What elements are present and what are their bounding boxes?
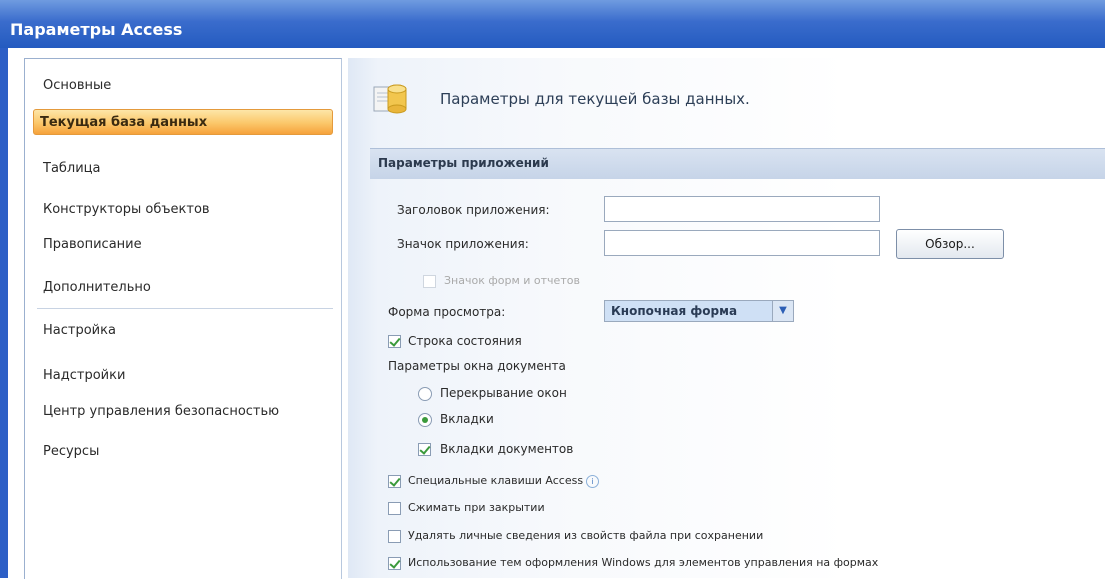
- info-icon[interactable]: i: [586, 474, 600, 488]
- app-title-input[interactable]: [604, 196, 880, 222]
- chevron-down-icon[interactable]: ▼: [772, 301, 793, 321]
- app-icon-input[interactable]: [604, 230, 880, 256]
- sidebar: Основные Текущая база данных Таблица Кон…: [24, 58, 342, 579]
- sidebar-divider: [37, 308, 333, 309]
- sidebar-item-add-ins[interactable]: Надстройки: [37, 363, 327, 389]
- sidebar-item-object-designers[interactable]: Конструкторы объектов: [37, 197, 327, 223]
- overlapping-windows-radio[interactable]: [418, 387, 432, 401]
- remove-personal-info-checkbox[interactable]: [388, 530, 401, 543]
- display-form-select[interactable]: Кнопочная форма ▼: [604, 300, 794, 322]
- window-titlebar[interactable]: Параметры Access: [0, 0, 1105, 48]
- tabbed-documents-radio[interactable]: [418, 413, 432, 427]
- compact-on-close-checkbox[interactable]: [388, 502, 401, 515]
- sidebar-item-trust-center[interactable]: Центр управления безопасностью: [37, 399, 327, 425]
- doc-window-options-label: Параметры окна документа: [388, 359, 566, 373]
- app-icon-label: Значок приложения:: [397, 237, 529, 251]
- display-form-label: Форма просмотра:: [388, 305, 506, 319]
- remove-personal-info-label: Удалять личные сведения из свойств файла…: [408, 529, 764, 542]
- window-title: Параметры Access: [10, 20, 183, 39]
- sidebar-item-proofing[interactable]: Правописание: [37, 232, 327, 258]
- forms-reports-icon-checkbox[interactable]: [423, 275, 436, 288]
- sidebar-item-datasheet[interactable]: Таблица: [37, 156, 327, 182]
- sidebar-item-advanced[interactable]: Дополнительно: [37, 275, 327, 301]
- window-frame-left: [0, 48, 8, 578]
- special-keys-label: Специальные клавиши Access: [408, 474, 584, 487]
- windows-themes-checkbox[interactable]: [388, 557, 401, 570]
- overlapping-windows-label: Перекрывание окон: [440, 386, 567, 400]
- display-form-value: Кнопочная форма: [611, 304, 738, 318]
- compact-on-close-label: Сжимать при закрытии: [408, 501, 545, 514]
- sidebar-item-resources[interactable]: Ресурсы: [37, 439, 327, 465]
- browse-button[interactable]: Обзор...: [896, 229, 1004, 259]
- sidebar-item-current-database[interactable]: Текущая база данных: [33, 109, 333, 135]
- database-options-icon: [373, 84, 407, 114]
- status-bar-checkbox[interactable]: [388, 335, 401, 348]
- sidebar-item-general[interactable]: Основные: [37, 73, 327, 99]
- special-keys-label-wrap: Специальные клавиши Access i: [408, 474, 600, 488]
- sidebar-item-customize[interactable]: Настройка: [37, 318, 327, 344]
- document-tabs-checkbox[interactable]: [418, 443, 431, 456]
- section-title: Параметры приложений: [378, 156, 549, 170]
- special-keys-checkbox[interactable]: [388, 475, 401, 488]
- tabbed-documents-label: Вкладки: [440, 412, 494, 426]
- section-header: Параметры приложений: [370, 148, 1105, 179]
- status-bar-label: Строка состояния: [408, 334, 522, 348]
- forms-reports-icon-label: Значок форм и отчетов: [444, 274, 580, 287]
- windows-themes-label: Использование тем оформления Windows для…: [408, 556, 879, 569]
- app-title-label: Заголовок приложения:: [397, 203, 550, 217]
- options-header-text: Параметры для текущей базы данных.: [440, 90, 750, 108]
- document-tabs-label: Вкладки документов: [440, 442, 574, 456]
